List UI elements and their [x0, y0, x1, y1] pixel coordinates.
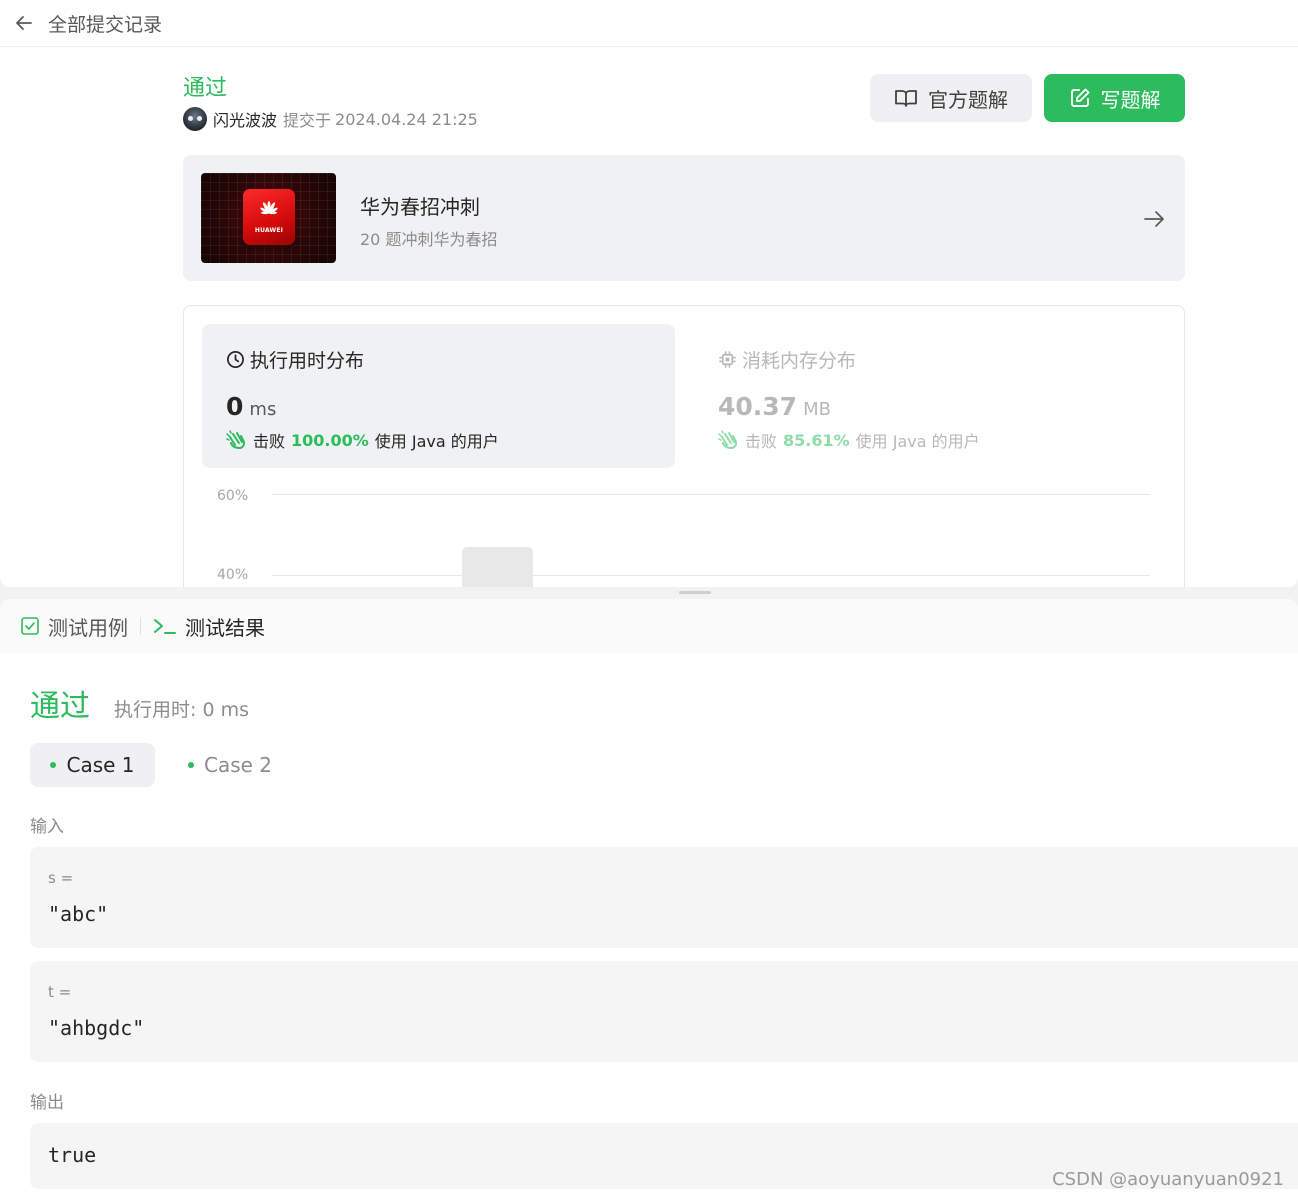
study-plan-thumbnail: HUAWEI: [201, 173, 336, 263]
official-solution-button[interactable]: 官方题解: [870, 74, 1032, 122]
case-tab-2[interactable]: Case 2: [188, 743, 288, 787]
runtime-beat-row: 击败 100.00% 使用 Java 的用户: [226, 428, 499, 452]
memory-title-row: 消耗内存分布: [718, 346, 856, 373]
back-arrow-icon[interactable]: [14, 13, 34, 33]
clap-icon: [718, 430, 737, 450]
input-var-value: "ahbgdc": [48, 1016, 145, 1040]
huawei-logo-text: HUAWEI: [254, 227, 284, 234]
edit-icon: [1070, 88, 1089, 107]
input-var-name: s =: [48, 869, 74, 887]
result-row: 通过 执行用时: 0 ms: [30, 681, 249, 725]
study-plan-card[interactable]: HUAWEI 华为春招冲刺 20 题冲刺华为春招: [183, 155, 1185, 281]
memory-value-row: 40.37 MB: [718, 392, 831, 421]
y-tick-label: 60%: [217, 488, 249, 504]
avatar[interactable]: [183, 107, 207, 131]
performance-card: 执行用时分布 0 ms 击败 100.00% 使用 Java 的用户 消耗内存分…: [183, 305, 1185, 587]
result-runtime: 执行用时: 0 ms: [114, 699, 249, 721]
runtime-unit: ms: [249, 399, 277, 420]
arrow-right-icon: [1144, 211, 1164, 227]
console-tabbar: 测试用例 测试结果: [0, 599, 1298, 653]
official-solution-label: 官方题解: [928, 87, 1008, 112]
distribution-chart: 60% 40%: [184, 476, 1186, 587]
case-tab-2-label: Case 2: [204, 753, 273, 777]
huawei-petals-icon: [260, 201, 278, 215]
topbar: 全部提交记录: [0, 0, 1298, 47]
terminal-icon: [154, 619, 176, 634]
grid-line: [272, 494, 1150, 495]
grid-line: [272, 575, 1150, 576]
clock-icon: [227, 351, 244, 368]
page-title[interactable]: 全部提交记录: [48, 10, 162, 37]
input-box-t[interactable]: t = "ahbgdc": [30, 961, 1298, 1062]
input-var-value: "abc": [48, 902, 109, 926]
memory-distribution-tile[interactable]: 消耗内存分布 40.37 MB 击败 85.61% 使用 Java 的用户: [694, 324, 1167, 468]
memory-unit: MB: [803, 399, 831, 420]
write-solution-button[interactable]: 写题解: [1044, 74, 1185, 122]
runtime-value: 0: [226, 392, 244, 421]
chip-icon: [719, 351, 736, 368]
submit-prefix: 提交于: [283, 111, 332, 130]
memory-beat-percent: 85.61%: [783, 430, 850, 450]
write-solution-label: 写题解: [1100, 87, 1161, 112]
runtime-distribution-tile[interactable]: 执行用时分布 0 ms 击败 100.00% 使用 Java 的用户: [202, 324, 675, 468]
y-tick-label: 40%: [217, 567, 249, 583]
runtime-beat-percent: 100.00%: [291, 430, 369, 450]
runtime-value-row: 0 ms: [226, 392, 276, 421]
distribution-bar[interactable]: [462, 546, 533, 587]
memory-beat-label: 击败: [745, 432, 778, 451]
study-plan-subtitle: 20 题冲刺华为春招: [360, 230, 498, 249]
runtime-beat-label: 击败: [253, 432, 286, 451]
output-value: true: [48, 1143, 97, 1167]
runtime-title: 执行用时分布: [250, 350, 365, 372]
memory-beat-row: 击败 85.61% 使用 Java 的用户: [718, 428, 980, 452]
runtime-title-row: 执行用时分布: [226, 346, 364, 373]
case-tab-1-label: Case 1: [66, 753, 135, 777]
submit-time: 2024.04.24 21:25: [335, 109, 478, 129]
study-plan-title: 华为春招冲刺: [360, 195, 480, 219]
submission-status: 通过: [183, 76, 228, 101]
memory-title: 消耗内存分布: [742, 350, 857, 372]
clap-icon: [226, 430, 245, 450]
book-icon: [895, 90, 917, 107]
checkbox-icon: [21, 617, 39, 635]
result-status: 通过: [30, 689, 90, 724]
output-label: 输出: [30, 1093, 64, 1113]
input-var-name: t =: [48, 983, 72, 1001]
tab-testcases[interactable]: 测试用例: [20, 612, 128, 641]
tab-testresult[interactable]: 测试结果: [153, 612, 265, 641]
submitter-name[interactable]: 闪光波波: [213, 107, 277, 131]
memory-value: 40.37: [718, 392, 798, 421]
memory-beat-rest: 使用 Java 的用户: [855, 432, 980, 451]
panel-resize-handle[interactable]: [679, 591, 711, 594]
console-panel: 测试用例 测试结果 通过 执行用时: 0 ms Case 1 Case 2 输入…: [0, 599, 1298, 1198]
tab-testresult-label: 测试结果: [185, 615, 265, 640]
tab-divider: [140, 617, 141, 635]
tab-testcases-label: 测试用例: [48, 615, 128, 640]
case-tab-1[interactable]: Case 1: [30, 743, 155, 787]
pass-dot-icon: [50, 762, 57, 768]
watermark: CSDN @aoyuanyuan0921: [1052, 1169, 1284, 1190]
input-label: 输入: [30, 817, 64, 837]
submission-detail-panel: 全部提交记录 通过 闪光波波 提交于 2024.04.24 21:25 官方题解…: [0, 0, 1298, 587]
huawei-logo: HUAWEI: [243, 189, 295, 245]
submitter-row: 闪光波波 提交于 2024.04.24 21:25: [183, 107, 478, 131]
input-box-s[interactable]: s = "abc": [30, 847, 1298, 948]
runtime-beat-rest: 使用 Java 的用户: [374, 432, 499, 451]
pass-dot-icon: [188, 762, 194, 768]
